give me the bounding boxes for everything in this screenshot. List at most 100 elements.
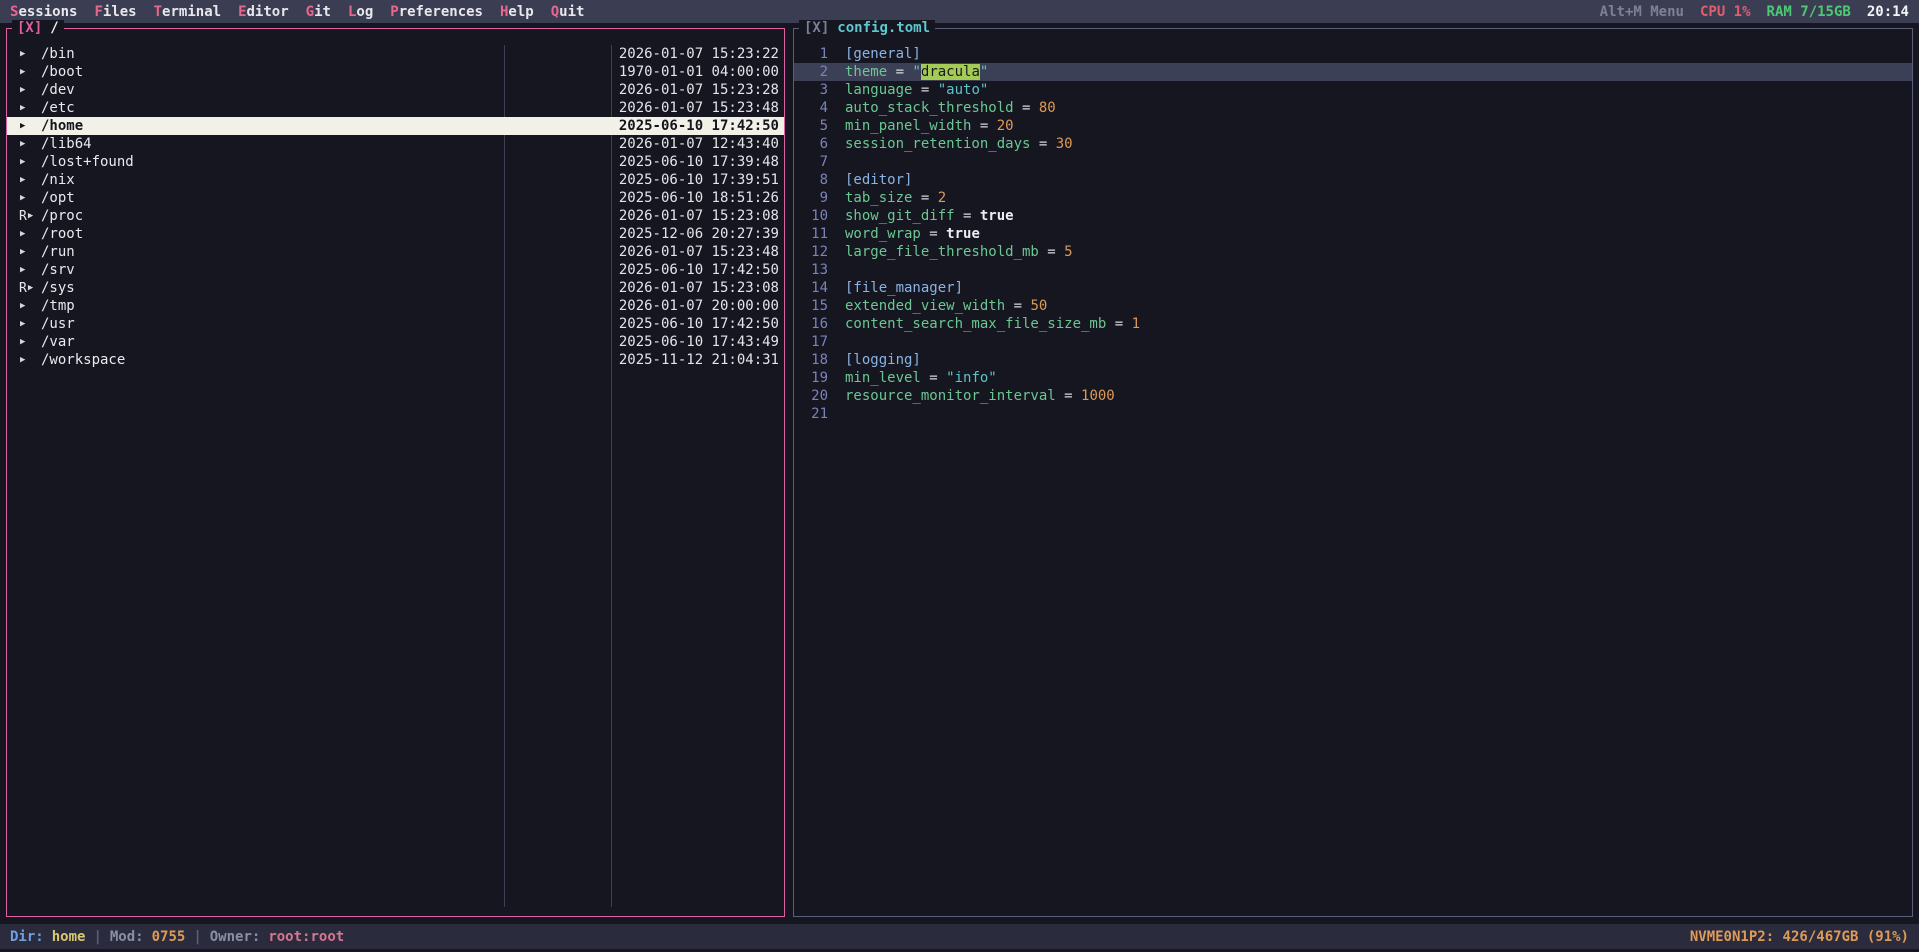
editor-line[interactable]: 10show_git_diff = true	[794, 207, 1912, 225]
file-row[interactable]: ▶/etc2026-01-07 15:23:48	[7, 99, 784, 117]
line-number: 17	[794, 334, 828, 350]
menu-item-log[interactable]: Log	[348, 4, 373, 20]
editor-line[interactable]: 6session_retention_days = 30	[794, 135, 1912, 153]
file-row[interactable]: ▶/lib642026-01-07 12:43:40	[7, 135, 784, 153]
expand-arrow-icon: ▶	[20, 248, 25, 257]
menu-item-preferences[interactable]: Preferences	[390, 4, 483, 20]
editor-line[interactable]: 12large_file_threshold_mb = 5	[794, 243, 1912, 261]
editor-line[interactable]: 5min_panel_width = 20	[794, 117, 1912, 135]
file-row[interactable]: ▶/bin2026-01-07 15:23:22	[7, 45, 784, 63]
file-manager-panel: [X] / ▶/bin2026-01-07 15:23:22▶/boot1970…	[6, 28, 785, 917]
menu-item-label: references	[399, 4, 483, 20]
menu-item-files[interactable]: Files	[94, 4, 136, 20]
code-text: tab_size = 2	[845, 190, 946, 206]
line-number: 7	[794, 154, 828, 170]
menu-item-sessions[interactable]: Sessions	[10, 4, 77, 20]
menu-item-hotkey: G	[306, 4, 314, 20]
file-row[interactable]: ▶/var2025-06-10 17:43:49	[7, 333, 784, 351]
file-row[interactable]: ▶/tmp2026-01-07 20:00:00	[7, 297, 784, 315]
editor-line[interactable]: 11word_wrap = true	[794, 225, 1912, 243]
file-row[interactable]: ▶/lost+found2025-06-10 17:39:48	[7, 153, 784, 171]
file-row[interactable]: R▶/sys2026-01-07 15:23:08	[7, 279, 784, 297]
editor-line[interactable]: 7	[794, 153, 1912, 171]
line-number: 11	[794, 226, 828, 242]
modified-time: 2026-01-07 15:23:48	[619, 244, 779, 260]
code-text: [file_manager]	[845, 280, 963, 296]
editor-content[interactable]: 1[general]2theme = "dracula"3language = …	[794, 29, 1912, 423]
editor-line[interactable]: 9tab_size = 2	[794, 189, 1912, 207]
menu-item-label: elp	[508, 4, 533, 20]
menu-item-editor[interactable]: Editor	[238, 4, 289, 20]
editor-line[interactable]: 18[logging]	[794, 351, 1912, 369]
file-panel-close-button[interactable]: [X]	[17, 20, 42, 37]
dir-name: /root	[41, 226, 83, 242]
editor-line[interactable]: 4auto_stack_threshold = 80	[794, 99, 1912, 117]
token-op: =	[912, 82, 937, 98]
row-gutter: ▶	[19, 122, 41, 131]
dir-name: /nix	[41, 172, 75, 188]
editor-line[interactable]: 1[general]	[794, 45, 1912, 63]
file-row[interactable]: ▶/nix2025-06-10 17:39:51	[7, 171, 784, 189]
file-row[interactable]: R▶/proc2026-01-07 15:23:08	[7, 207, 784, 225]
token-op: =	[887, 64, 912, 80]
modified-time: 2025-12-06 20:27:39	[619, 226, 779, 242]
token-key: session_retention_days	[845, 136, 1030, 152]
file-panel-path: /	[50, 20, 58, 37]
token-op: =	[1106, 316, 1131, 332]
menu-item-git[interactable]: Git	[306, 4, 331, 20]
editor-line[interactable]: 15extended_view_width = 50	[794, 297, 1912, 315]
row-gutter: ▶	[19, 68, 41, 77]
editor-line[interactable]: 8[editor]	[794, 171, 1912, 189]
editor-line[interactable]: 14[file_manager]	[794, 279, 1912, 297]
code-text: auto_stack_threshold = 80	[845, 100, 1056, 116]
expand-arrow-icon: ▶	[20, 176, 25, 185]
token-number: 1	[1132, 316, 1140, 332]
file-row[interactable]: ▶/home2025-06-10 17:42:50	[7, 117, 784, 135]
editor-line[interactable]: 2theme = "dracula"	[794, 63, 1912, 81]
token-key: theme	[845, 64, 887, 80]
file-row[interactable]: ▶/boot1970-01-01 04:00:00	[7, 63, 784, 81]
editor-line[interactable]: 17	[794, 333, 1912, 351]
row-gutter: ▶	[19, 194, 41, 203]
menu-bar: Sessions Files Terminal Editor Git Log Prefere…	[0, 0, 1919, 23]
expand-arrow-icon: ▶	[20, 338, 25, 347]
code-text: extended_view_width = 50	[845, 298, 1047, 314]
expand-arrow-icon: ▶	[20, 320, 25, 329]
modified-time: 2025-06-10 17:42:50	[619, 262, 779, 278]
file-row[interactable]: ▶/usr2025-06-10 17:42:50	[7, 315, 784, 333]
file-row[interactable]: ▶/run2026-01-07 15:23:48	[7, 243, 784, 261]
menu-item-label: iles	[103, 4, 137, 20]
editor-line[interactable]: 16content_search_max_file_size_mb = 1	[794, 315, 1912, 333]
file-row[interactable]: ▶/dev2026-01-07 15:23:28	[7, 81, 784, 99]
code-text: show_git_diff = true	[845, 208, 1014, 224]
editor-panel-close-button[interactable]: [X]	[804, 20, 829, 37]
modified-time: 2026-01-07 15:23:08	[619, 208, 779, 224]
code-text: [general]	[845, 46, 921, 62]
token-key: show_git_diff	[845, 208, 955, 224]
editor-line[interactable]: 3language = "auto"	[794, 81, 1912, 99]
menu-item-quit[interactable]: Quit	[551, 4, 585, 20]
token-key: tab_size	[845, 190, 912, 206]
app-window: Sessions Files Terminal Editor Git Log Prefere…	[0, 0, 1919, 952]
file-row[interactable]: ▶/root2025-12-06 20:27:39	[7, 225, 784, 243]
expand-arrow-icon: ▶	[28, 284, 33, 293]
line-number: 20	[794, 388, 828, 404]
editor-line[interactable]: 19min_level = "info"	[794, 369, 1912, 387]
menu-item-help[interactable]: Help	[500, 4, 534, 20]
row-gutter: ▶	[19, 86, 41, 95]
editor-line[interactable]: 21	[794, 405, 1912, 423]
row-gutter: ▶	[19, 176, 41, 185]
editor-panel-title: [X] config.toml	[799, 20, 935, 37]
line-number: 12	[794, 244, 828, 260]
readonly-flag: R	[19, 281, 27, 296]
modified-time: 2025-06-10 17:39:48	[619, 154, 779, 170]
main-area: [X] / ▶/bin2026-01-07 15:23:22▶/boot1970…	[0, 23, 1919, 924]
file-row[interactable]: ▶/opt2025-06-10 18:51:26	[7, 189, 784, 207]
file-row[interactable]: ▶/srv2025-06-10 17:42:50	[7, 261, 784, 279]
menu-item-terminal[interactable]: Terminal	[154, 4, 221, 20]
file-row[interactable]: ▶/workspace2025-11-12 21:04:31	[7, 351, 784, 369]
editor-line[interactable]: 13	[794, 261, 1912, 279]
dir-name: /sys	[41, 280, 75, 296]
ram-indicator: RAM 7/15GB	[1767, 4, 1851, 20]
editor-line[interactable]: 20resource_monitor_interval = 1000	[794, 387, 1912, 405]
